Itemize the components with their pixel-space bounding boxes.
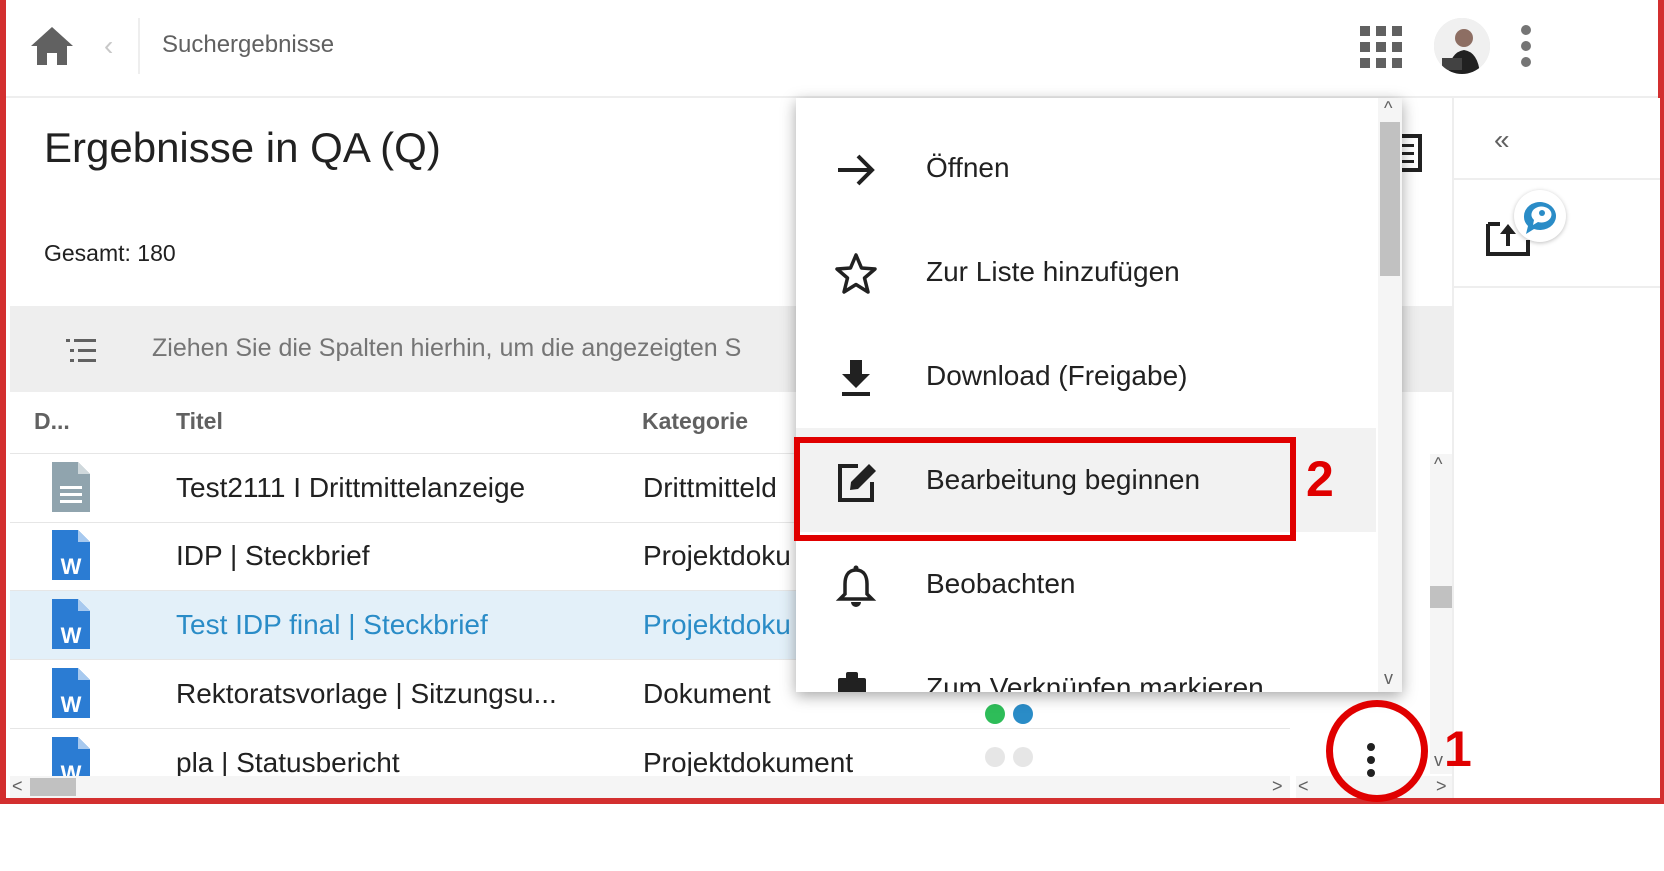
row-title[interactable]: pla | Statusbericht — [176, 747, 400, 777]
svg-text:W: W — [61, 623, 82, 648]
table-row[interactable]: W pla | Statusbericht Projektdokument — [10, 729, 1290, 777]
arrow-right-icon — [838, 154, 875, 186]
top-bar: ‹ Suchergebnisse — [6, 0, 1658, 98]
row-title[interactable]: Test IDP final | Steckbrief — [176, 609, 488, 641]
row-category: Projektdokument — [643, 747, 854, 777]
window-border-bottom — [0, 798, 1664, 804]
annotation-highlight-box — [794, 437, 1296, 541]
row-more-vertical-icon[interactable] — [1364, 742, 1378, 778]
grid-icon[interactable] — [1360, 26, 1402, 68]
context-menu: Öffnen Zur Liste hinzufügen Download (Fr… — [796, 98, 1402, 692]
side-panel: « — [1452, 98, 1660, 798]
result-count: Gesamt: 180 — [44, 240, 176, 266]
word-doc-icon: W — [52, 668, 90, 718]
divider — [138, 18, 140, 74]
menu-item-label: Zur Liste hinzufügen — [926, 256, 1180, 287]
clipboard-link-icon — [838, 672, 866, 692]
svg-text:W: W — [61, 692, 82, 717]
bell-icon — [835, 565, 877, 607]
menu-item-label: Download (Freigabe) — [926, 360, 1188, 391]
word-doc-icon: W — [52, 530, 90, 580]
row-category: Projektdoku — [643, 609, 791, 640]
more-vertical-icon[interactable] — [1516, 24, 1536, 68]
word-doc-icon: W — [52, 737, 90, 777]
menu-scrollbar[interactable]: ^ v — [1378, 98, 1402, 692]
menu-item-label: Öffnen — [926, 152, 1010, 183]
window-border-left — [0, 0, 6, 804]
column-header-title[interactable]: Titel — [176, 408, 223, 435]
row-title[interactable]: Test2111 I Drittmittelanzeige — [176, 472, 525, 504]
row-category: Projektdoku — [643, 540, 791, 571]
divider — [1454, 286, 1660, 288]
status-dot — [1013, 704, 1033, 724]
chat-bubble-icon[interactable] — [1514, 190, 1566, 242]
divider — [1454, 178, 1660, 180]
page-title: Ergebnisse in QA (Q) — [44, 124, 441, 171]
generic-doc-icon — [52, 462, 90, 512]
svg-text:W: W — [61, 554, 82, 579]
row-title[interactable]: IDP | Steckbrief — [176, 540, 370, 572]
menu-item-open[interactable]: Öffnen — [796, 116, 1376, 220]
annotation-step-1: 1 — [1444, 721, 1472, 777]
status-dot — [985, 747, 1005, 767]
row-category: Dokument — [643, 678, 771, 709]
svg-text:W: W — [61, 761, 82, 777]
row-category: Drittmitteld — [643, 472, 777, 503]
avatar[interactable] — [1434, 18, 1490, 74]
menu-item-download[interactable]: Download (Freigabe) — [796, 324, 1376, 428]
row-title[interactable]: Rektoratsvorlage | Sitzungsu... — [176, 678, 557, 710]
download-icon — [842, 360, 870, 396]
menu-item-label: Zum Verknüpfen markieren — [926, 672, 1264, 692]
group-list-icon — [66, 339, 96, 362]
collapse-icon[interactable]: « — [1494, 124, 1510, 156]
star-icon — [835, 253, 877, 294]
menu-item-add-to-list[interactable]: Zur Liste hinzufügen — [796, 220, 1376, 324]
word-doc-icon: W — [52, 599, 90, 649]
menu-item-watch[interactable]: Beobachten — [796, 532, 1376, 636]
menu-scrollbar-thumb[interactable] — [1380, 122, 1400, 276]
group-hint-text: Ziehen Sie die Spalten hierhin, um die a… — [152, 334, 742, 362]
home-icon[interactable] — [28, 24, 76, 68]
table-horizontal-scrollbar[interactable]: < > — [10, 776, 1290, 798]
status-dot — [1013, 747, 1033, 767]
menu-item-label: Beobachten — [926, 568, 1076, 599]
column-header-category[interactable]: Kategorie — [642, 408, 748, 435]
menu-item-mark-for-linking[interactable]: Zum Verknüpfen markieren — [796, 636, 1376, 692]
chevron-left-icon[interactable]: ‹ — [104, 30, 113, 62]
column-header-type[interactable]: D... — [34, 408, 70, 435]
annotation-step-2: 2 — [1306, 451, 1334, 507]
breadcrumb: Suchergebnisse — [162, 31, 335, 58]
status-dot — [985, 704, 1005, 724]
